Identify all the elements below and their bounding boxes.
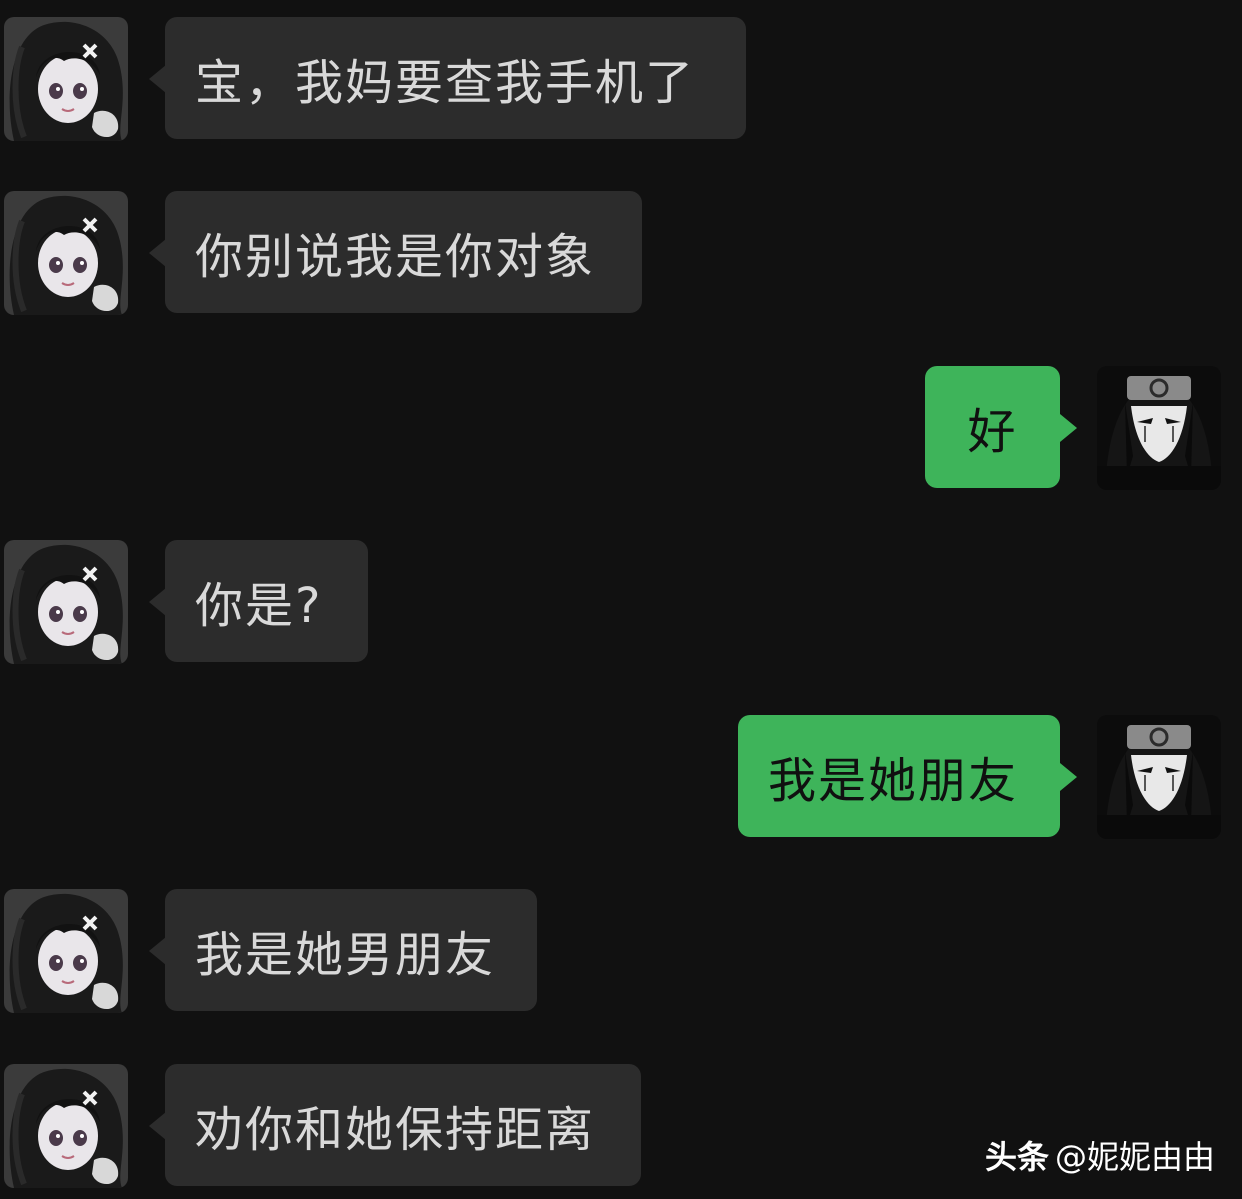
bubble-tail <box>149 1112 166 1140</box>
bubble-tail <box>1060 763 1077 791</box>
message-text: 你是? <box>195 578 323 634</box>
bubble-tail <box>1060 414 1077 442</box>
bubble-tail <box>149 65 166 93</box>
message-bubble-incoming[interactable]: 你是? <box>165 540 368 662</box>
watermark: 头条 @妮妮由由 <box>985 1132 1215 1178</box>
ninja-avatar-icon[interactable] <box>1097 715 1221 839</box>
watermark-brand: 头条 <box>985 1138 1050 1176</box>
message-row-outgoing: 好 <box>0 366 1242 490</box>
message-bubble-incoming[interactable]: 我是她男朋友 <box>165 889 537 1011</box>
chat-area: 宝，我妈要查我手机了 你别说我是你对象 好 你是? 我是她朋友 我是她男朋友 劝… <box>0 0 1242 1199</box>
bubble-tail <box>149 937 166 965</box>
anime-girl-avatar-icon[interactable] <box>4 17 128 141</box>
message-row-incoming: 宝，我妈要查我手机了 <box>0 17 1242 141</box>
message-text: 劝你和她保持距离 <box>195 1102 596 1158</box>
message-row-outgoing: 我是她朋友 <box>0 715 1242 839</box>
message-bubble-outgoing[interactable]: 好 <box>925 366 1060 488</box>
message-text: 我是她男朋友 <box>195 927 496 983</box>
ninja-avatar-icon[interactable] <box>1097 366 1221 490</box>
message-bubble-incoming[interactable]: 宝，我妈要查我手机了 <box>165 17 746 139</box>
message-text: 宝，我妈要查我手机了 <box>195 55 696 111</box>
message-text: 我是她朋友 <box>768 753 1019 809</box>
message-row-incoming: 我是她男朋友 <box>0 889 1242 1013</box>
anime-girl-avatar-icon[interactable] <box>4 540 128 664</box>
anime-girl-avatar-icon[interactable] <box>4 191 128 315</box>
anime-girl-avatar-icon[interactable] <box>4 1064 128 1188</box>
watermark-handle: @妮妮由由 <box>1055 1138 1216 1176</box>
message-bubble-incoming[interactable]: 你别说我是你对象 <box>165 191 642 313</box>
message-bubble-incoming[interactable]: 劝你和她保持距离 <box>165 1064 641 1186</box>
message-bubble-outgoing[interactable]: 我是她朋友 <box>738 715 1060 837</box>
message-row-incoming: 你别说我是你对象 <box>0 191 1242 315</box>
message-row-incoming: 你是? <box>0 540 1242 664</box>
message-text: 你别说我是你对象 <box>195 229 596 285</box>
anime-girl-avatar-icon[interactable] <box>4 889 128 1013</box>
bubble-tail <box>149 588 166 616</box>
message-text: 好 <box>967 404 1018 460</box>
bubble-tail <box>149 239 166 267</box>
